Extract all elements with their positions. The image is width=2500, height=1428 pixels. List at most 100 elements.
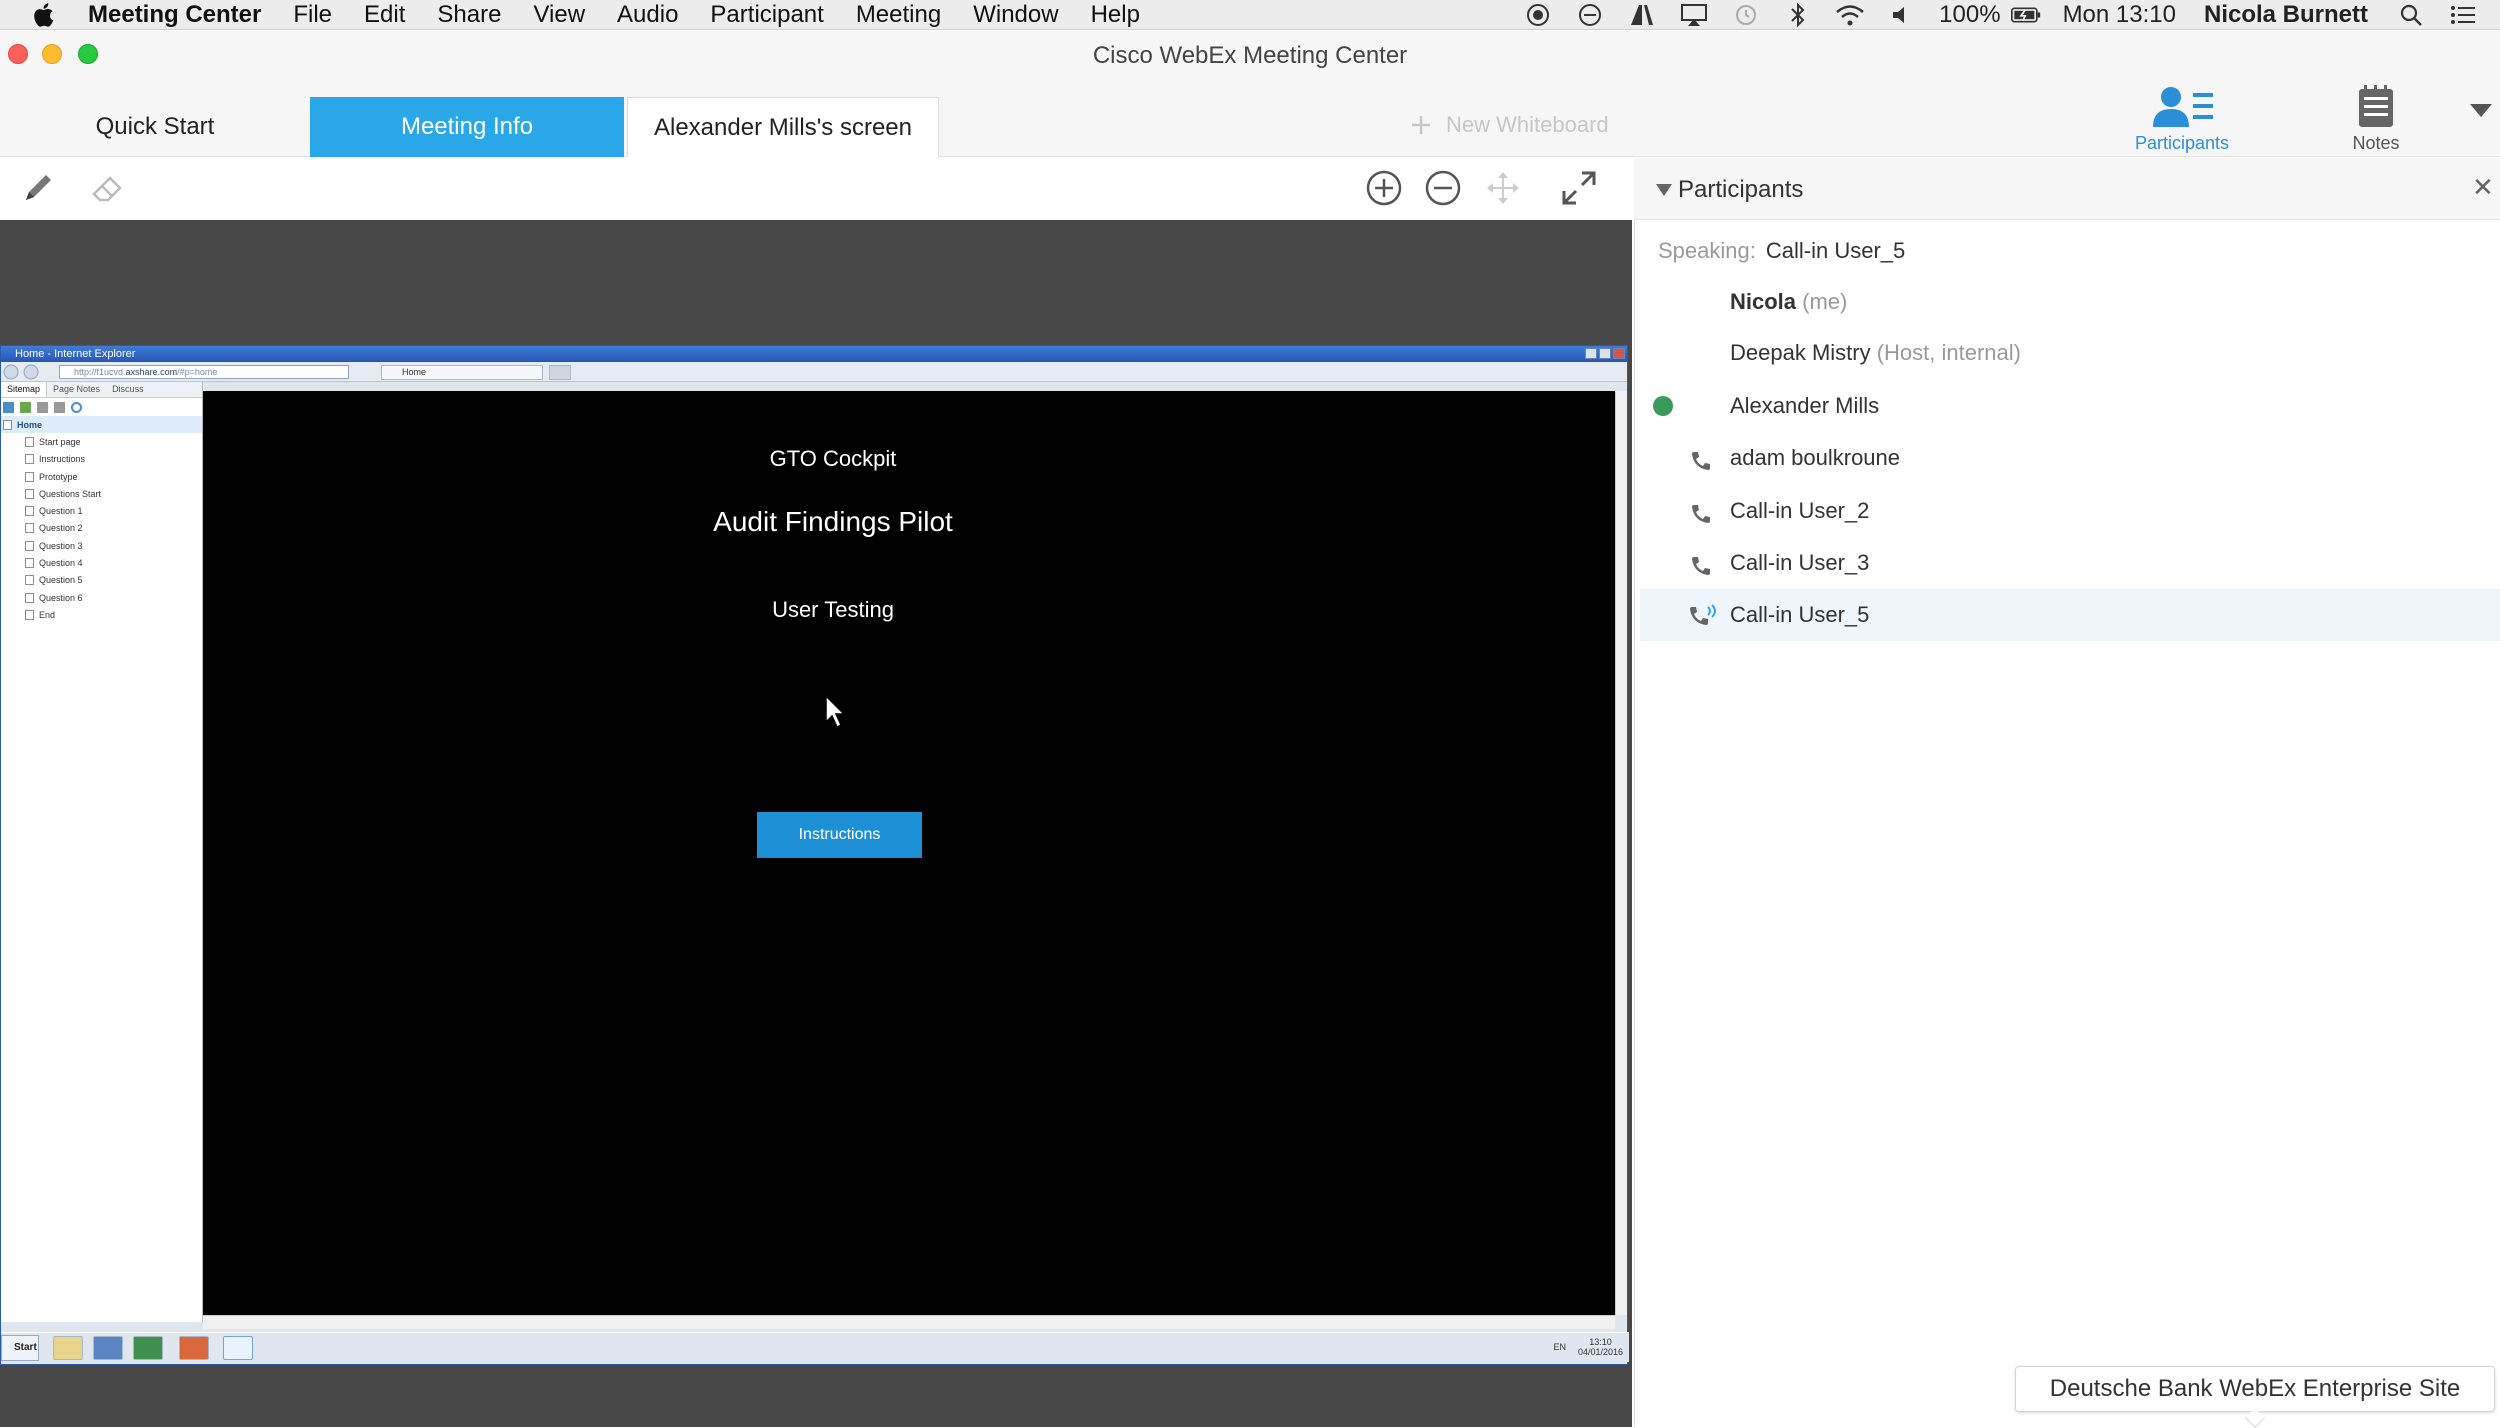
notes-panel-button[interactable]: Notes [2306,78,2446,154]
menu-view[interactable]: View [533,1,585,29]
sitemap-item[interactable]: Prototype [1,468,202,485]
excel-taskbar-icon[interactable] [133,1336,163,1360]
ie-close-button[interactable] [1613,348,1625,359]
participant-row-callin-5[interactable]: Call-in User_5 [1640,589,2500,641]
sitemap-tab-discuss[interactable]: Discuss [106,382,150,397]
speaking-name: Call-in User_5 [1765,238,1906,263]
mouse-cursor-icon [824,694,848,735]
tab-meeting-info[interactable]: Meeting Info [310,97,624,157]
phone-icon [1688,553,1714,579]
page-icon [25,609,34,620]
sitemap-tab-sitemap[interactable]: Sitemap [1,382,48,397]
participant-row-callin-3[interactable]: Call-in User_3 [1640,537,2500,589]
user-name[interactable]: Nicola Burnett [2204,1,2368,29]
ie-taskbar-icon[interactable] [223,1336,253,1360]
sitemap-tool-icon[interactable] [54,401,65,413]
sitemap-item-label: Start page [39,436,81,447]
presenter-ball-icon [1650,393,1676,419]
tab-shared-screen[interactable]: Alexander Mills's screen [627,97,939,157]
volume-icon[interactable] [1887,2,1917,28]
pan-icon[interactable] [1483,168,1523,208]
sitemap-tool-icon[interactable] [20,401,31,413]
adobe-icon[interactable] [1627,2,1657,28]
participants-button-label: Participants [2134,133,2230,153]
zoom-out-icon[interactable] [1423,168,1463,208]
record-icon[interactable] [1523,2,1553,28]
menu-edit[interactable]: Edit [364,1,405,29]
ie-forward-icon[interactable] [23,364,39,380]
sitemap-item[interactable]: Question 5 [1,572,202,589]
sitemap-item[interactable]: Start page [1,433,202,450]
pencil-icon[interactable] [18,168,58,208]
sitemap-item[interactable]: Question 4 [1,554,202,571]
office-taskbar-icon[interactable] [179,1336,209,1360]
menu-share[interactable]: Share [437,1,501,29]
time-machine-icon[interactable] [1731,2,1761,28]
ie-new-tab-button[interactable] [549,365,571,380]
sitemap-tool-icon[interactable] [37,401,48,413]
tab-quick-start[interactable]: Quick Start [0,97,310,157]
sitemap-item[interactable]: End [1,606,202,623]
collapse-triangle-icon[interactable] [1656,184,1672,196]
app-menu[interactable]: Meeting Center [88,1,261,29]
bluetooth-icon[interactable] [1783,2,1813,28]
wifi-icon[interactable] [1835,2,1865,28]
app-taskbar-icon[interactable] [93,1336,123,1360]
airplay-icon[interactable] [1679,2,1709,28]
sitemap-item[interactable]: Instructions [1,451,202,468]
menu-help[interactable]: Help [1091,1,1140,29]
new-whiteboard-button[interactable]: New Whiteboard [1410,112,1609,138]
sitemap-tool-icon[interactable] [3,401,14,413]
participant-name: Deepak Mistry (Host, internal) [1730,340,2021,366]
ie-minimize-button[interactable] [1585,348,1597,359]
ie-back-icon[interactable] [3,364,19,380]
menu-window[interactable]: Window [973,1,1058,29]
participants-icon [2153,87,2213,127]
eraser-icon[interactable] [90,168,130,208]
tray-clock[interactable]: 13:10 04/01/2016 [1578,1337,1623,1357]
page-icon [25,471,34,482]
instructions-button[interactable]: Instructions [757,812,922,858]
clock[interactable]: Mon 13:10 [2063,1,2176,29]
sitemap-item[interactable]: Question 6 [1,589,202,606]
explorer-taskbar-icon[interactable] [53,1336,83,1360]
battery-icon[interactable] [2010,2,2041,28]
page-icon [25,540,34,551]
fullscreen-icon[interactable] [1559,168,1599,208]
participant-row-deepak[interactable]: Deepak Mistry (Host, internal) [1640,327,2500,379]
tray-language[interactable]: EN [1553,1342,1566,1352]
sitemap-search-icon[interactable] [71,401,82,413]
ie-tab-home[interactable]: Home [381,365,543,380]
sitemap-item[interactable]: Question 3 [1,537,202,554]
participant-row-nicola[interactable]: Nicola (me) [1640,276,2500,328]
participant-row-adam[interactable]: adam boulkroune [1640,432,2500,484]
zoom-in-icon[interactable] [1364,168,1404,208]
spotlight-search-icon[interactable] [2396,2,2426,28]
ie-maximize-button[interactable] [1599,348,1611,359]
menu-participant[interactable]: Participant [710,1,823,29]
sitemap-item[interactable]: Question 2 [1,520,202,537]
sitemap-item-home[interactable]: Home [1,416,202,434]
menu-file[interactable]: File [293,1,332,29]
url-masked: f1ucvd. [96,367,126,377]
stage-vertical-scrollbar[interactable] [1615,391,1627,1315]
stage-horizontal-scrollbar[interactable] [203,1315,1615,1329]
start-button[interactable]: Start [1,1335,39,1361]
sitemap-tab-page-notes[interactable]: Page Notes [47,382,106,397]
panel-menu-chevron-down-icon[interactable] [2470,104,2492,117]
menu-meeting[interactable]: Meeting [856,1,941,29]
notes-icon [2359,85,2393,127]
participant-name: Call-in User_2 [1730,498,1870,523]
participants-panel-button[interactable]: Participants [2112,78,2252,154]
ie-url-field[interactable]: http://f1ucvd.axshare.com/#p=home [59,365,349,379]
do-not-disturb-icon[interactable] [1575,2,1605,28]
close-panel-icon[interactable]: ✕ [2472,172,2494,203]
phone-icon [1688,448,1714,474]
menu-audio[interactable]: Audio [617,1,678,29]
sitemap-item[interactable]: Question 1 [1,502,202,519]
sitemap-item[interactable]: Questions Start [1,485,202,502]
participant-row-alexander[interactable]: Alexander Mills [1640,380,2500,432]
notification-center-icon[interactable] [2448,2,2478,28]
participant-row-callin-2[interactable]: Call-in User_2 [1640,485,2500,537]
apple-menu-icon[interactable] [28,0,58,30]
